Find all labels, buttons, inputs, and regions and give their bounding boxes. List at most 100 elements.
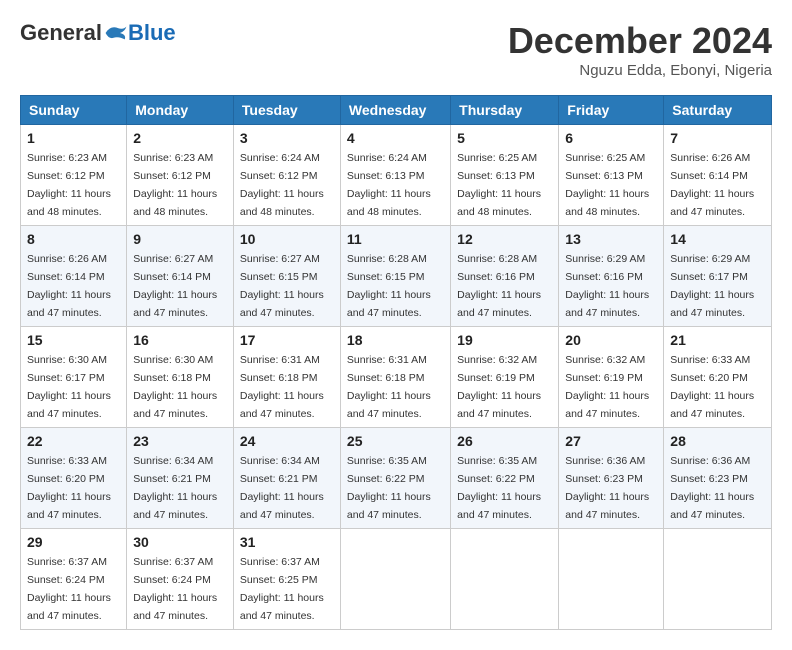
day-info: Sunrise: 6:31 AM Sunset: 6:18 PM Dayligh… — [347, 354, 431, 420]
calendar-cell: 8 Sunrise: 6:26 AM Sunset: 6:14 PM Dayli… — [21, 226, 127, 327]
day-number: 11 — [347, 231, 444, 247]
day-number: 25 — [347, 433, 444, 449]
week-row-1: 1 Sunrise: 6:23 AM Sunset: 6:12 PM Dayli… — [21, 125, 772, 226]
day-info: Sunrise: 6:31 AM Sunset: 6:18 PM Dayligh… — [240, 354, 324, 420]
calendar-table: SundayMondayTuesdayWednesdayThursdayFrid… — [20, 95, 772, 630]
day-info: Sunrise: 6:37 AM Sunset: 6:25 PM Dayligh… — [240, 556, 324, 622]
day-info: Sunrise: 6:24 AM Sunset: 6:12 PM Dayligh… — [240, 152, 324, 218]
calendar-cell: 7 Sunrise: 6:26 AM Sunset: 6:14 PM Dayli… — [664, 125, 772, 226]
day-info: Sunrise: 6:32 AM Sunset: 6:19 PM Dayligh… — [457, 354, 541, 420]
day-number: 2 — [133, 130, 227, 146]
day-info: Sunrise: 6:33 AM Sunset: 6:20 PM Dayligh… — [27, 455, 111, 521]
calendar-cell — [664, 529, 772, 630]
day-number: 4 — [347, 130, 444, 146]
day-info: Sunrise: 6:25 AM Sunset: 6:13 PM Dayligh… — [565, 152, 649, 218]
calendar-cell — [451, 529, 559, 630]
day-info: Sunrise: 6:27 AM Sunset: 6:14 PM Dayligh… — [133, 253, 217, 319]
day-info: Sunrise: 6:30 AM Sunset: 6:17 PM Dayligh… — [27, 354, 111, 420]
calendar-cell: 20 Sunrise: 6:32 AM Sunset: 6:19 PM Dayl… — [559, 327, 664, 428]
day-number: 23 — [133, 433, 227, 449]
logo-general: General — [20, 20, 102, 46]
day-number: 1 — [27, 130, 120, 146]
day-number: 16 — [133, 332, 227, 348]
calendar-cell: 28 Sunrise: 6:36 AM Sunset: 6:23 PM Dayl… — [664, 428, 772, 529]
day-info: Sunrise: 6:30 AM Sunset: 6:18 PM Dayligh… — [133, 354, 217, 420]
weekday-header-tuesday: Tuesday — [233, 96, 340, 125]
day-info: Sunrise: 6:33 AM Sunset: 6:20 PM Dayligh… — [670, 354, 754, 420]
calendar-cell: 4 Sunrise: 6:24 AM Sunset: 6:13 PM Dayli… — [340, 125, 450, 226]
weekday-header-wednesday: Wednesday — [340, 96, 450, 125]
weekday-header-monday: Monday — [127, 96, 234, 125]
day-number: 12 — [457, 231, 552, 247]
day-number: 10 — [240, 231, 334, 247]
calendar-cell: 18 Sunrise: 6:31 AM Sunset: 6:18 PM Dayl… — [340, 327, 450, 428]
calendar-cell: 31 Sunrise: 6:37 AM Sunset: 6:25 PM Dayl… — [233, 529, 340, 630]
calendar-cell: 14 Sunrise: 6:29 AM Sunset: 6:17 PM Dayl… — [664, 226, 772, 327]
weekday-header-row: SundayMondayTuesdayWednesdayThursdayFrid… — [21, 96, 772, 125]
day-info: Sunrise: 6:24 AM Sunset: 6:13 PM Dayligh… — [347, 152, 431, 218]
day-info: Sunrise: 6:35 AM Sunset: 6:22 PM Dayligh… — [457, 455, 541, 521]
calendar-cell: 21 Sunrise: 6:33 AM Sunset: 6:20 PM Dayl… — [664, 327, 772, 428]
week-row-4: 22 Sunrise: 6:33 AM Sunset: 6:20 PM Dayl… — [21, 428, 772, 529]
day-number: 15 — [27, 332, 120, 348]
day-number: 6 — [565, 130, 657, 146]
day-info: Sunrise: 6:28 AM Sunset: 6:15 PM Dayligh… — [347, 253, 431, 319]
day-number: 7 — [670, 130, 765, 146]
day-info: Sunrise: 6:29 AM Sunset: 6:17 PM Dayligh… — [670, 253, 754, 319]
day-number: 27 — [565, 433, 657, 449]
weekday-header-friday: Friday — [559, 96, 664, 125]
day-number: 9 — [133, 231, 227, 247]
calendar-cell: 5 Sunrise: 6:25 AM Sunset: 6:13 PM Dayli… — [451, 125, 559, 226]
day-number: 22 — [27, 433, 120, 449]
month-title: December 2024 — [508, 20, 772, 62]
calendar-cell: 30 Sunrise: 6:37 AM Sunset: 6:24 PM Dayl… — [127, 529, 234, 630]
day-number: 18 — [347, 332, 444, 348]
day-info: Sunrise: 6:26 AM Sunset: 6:14 PM Dayligh… — [670, 152, 754, 218]
calendar-cell: 22 Sunrise: 6:33 AM Sunset: 6:20 PM Dayl… — [21, 428, 127, 529]
day-info: Sunrise: 6:34 AM Sunset: 6:21 PM Dayligh… — [133, 455, 217, 521]
day-number: 3 — [240, 130, 334, 146]
calendar-cell: 17 Sunrise: 6:31 AM Sunset: 6:18 PM Dayl… — [233, 327, 340, 428]
day-info: Sunrise: 6:29 AM Sunset: 6:16 PM Dayligh… — [565, 253, 649, 319]
day-info: Sunrise: 6:37 AM Sunset: 6:24 PM Dayligh… — [27, 556, 111, 622]
calendar-cell: 25 Sunrise: 6:35 AM Sunset: 6:22 PM Dayl… — [340, 428, 450, 529]
calendar-cell: 15 Sunrise: 6:30 AM Sunset: 6:17 PM Dayl… — [21, 327, 127, 428]
day-info: Sunrise: 6:36 AM Sunset: 6:23 PM Dayligh… — [565, 455, 649, 521]
calendar-cell: 16 Sunrise: 6:30 AM Sunset: 6:18 PM Dayl… — [127, 327, 234, 428]
day-number: 13 — [565, 231, 657, 247]
day-number: 26 — [457, 433, 552, 449]
day-info: Sunrise: 6:23 AM Sunset: 6:12 PM Dayligh… — [27, 152, 111, 218]
calendar-cell: 26 Sunrise: 6:35 AM Sunset: 6:22 PM Dayl… — [451, 428, 559, 529]
day-number: 8 — [27, 231, 120, 247]
day-number: 19 — [457, 332, 552, 348]
title-section: December 2024 Nguzu Edda, Ebonyi, Nigeri… — [508, 20, 772, 79]
day-number: 17 — [240, 332, 334, 348]
day-number: 31 — [240, 534, 334, 550]
calendar-cell: 2 Sunrise: 6:23 AM Sunset: 6:12 PM Dayli… — [127, 125, 234, 226]
logo-blue: Blue — [128, 20, 176, 46]
day-info: Sunrise: 6:23 AM Sunset: 6:12 PM Dayligh… — [133, 152, 217, 218]
calendar-cell: 9 Sunrise: 6:27 AM Sunset: 6:14 PM Dayli… — [127, 226, 234, 327]
calendar-cell: 10 Sunrise: 6:27 AM Sunset: 6:15 PM Dayl… — [233, 226, 340, 327]
day-info: Sunrise: 6:32 AM Sunset: 6:19 PM Dayligh… — [565, 354, 649, 420]
day-number: 20 — [565, 332, 657, 348]
calendar-cell — [340, 529, 450, 630]
day-info: Sunrise: 6:35 AM Sunset: 6:22 PM Dayligh… — [347, 455, 431, 521]
calendar-cell: 13 Sunrise: 6:29 AM Sunset: 6:16 PM Dayl… — [559, 226, 664, 327]
logo-bird-icon — [104, 23, 128, 43]
calendar-cell: 11 Sunrise: 6:28 AM Sunset: 6:15 PM Dayl… — [340, 226, 450, 327]
calendar-cell: 1 Sunrise: 6:23 AM Sunset: 6:12 PM Dayli… — [21, 125, 127, 226]
week-row-3: 15 Sunrise: 6:30 AM Sunset: 6:17 PM Dayl… — [21, 327, 772, 428]
week-row-2: 8 Sunrise: 6:26 AM Sunset: 6:14 PM Dayli… — [21, 226, 772, 327]
calendar-cell: 24 Sunrise: 6:34 AM Sunset: 6:21 PM Dayl… — [233, 428, 340, 529]
day-info: Sunrise: 6:37 AM Sunset: 6:24 PM Dayligh… — [133, 556, 217, 622]
day-number: 21 — [670, 332, 765, 348]
calendar-cell: 3 Sunrise: 6:24 AM Sunset: 6:12 PM Dayli… — [233, 125, 340, 226]
calendar-cell: 27 Sunrise: 6:36 AM Sunset: 6:23 PM Dayl… — [559, 428, 664, 529]
day-info: Sunrise: 6:34 AM Sunset: 6:21 PM Dayligh… — [240, 455, 324, 521]
logo: General Blue — [20, 20, 176, 46]
location: Nguzu Edda, Ebonyi, Nigeria — [508, 62, 772, 79]
page-header: General Blue December 2024 Nguzu Edda, E… — [20, 20, 772, 79]
day-number: 24 — [240, 433, 334, 449]
calendar-cell — [559, 529, 664, 630]
